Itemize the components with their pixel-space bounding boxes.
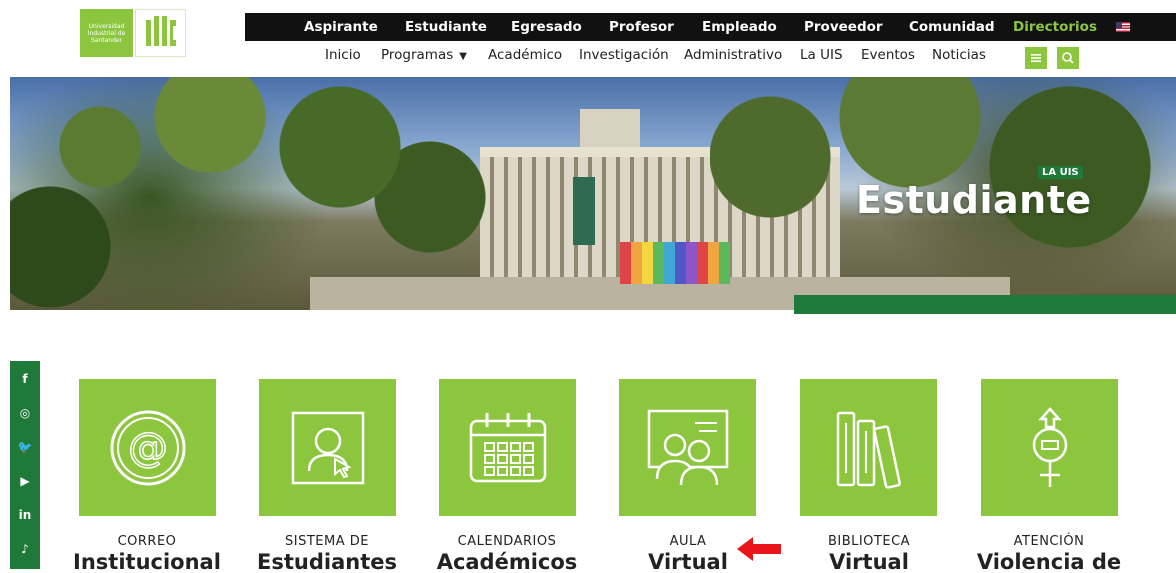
- virtual-classroom-icon: [647, 409, 728, 485]
- subnav-programas-label: Programas: [381, 47, 454, 63]
- youtube-icon[interactable]: ▶: [10, 466, 40, 496]
- subnav-la-uis[interactable]: La UIS: [800, 47, 843, 63]
- subnav-eventos[interactable]: Eventos: [861, 47, 915, 63]
- nav-proveedor[interactable]: Proveedor: [804, 13, 883, 41]
- calendar-icon: [469, 412, 546, 482]
- caption-sistema-estudiantes[interactable]: SISTEMA DE Estudiantes: [237, 534, 417, 573]
- linkedin-icon[interactable]: in: [10, 500, 40, 530]
- nav-empleado[interactable]: Empleado: [702, 13, 777, 41]
- nav-profesor[interactable]: Profesor: [609, 13, 674, 41]
- hamburger-icon: [1031, 54, 1041, 62]
- tile-calendarios[interactable]: [439, 379, 576, 516]
- facebook-icon[interactable]: f: [10, 364, 40, 394]
- hero-accent-stripe: [794, 295, 1176, 314]
- caption-big: Institucional: [73, 550, 221, 573]
- logo-line-2: Industrial de: [87, 29, 126, 37]
- tile-biblioteca[interactable]: [800, 379, 937, 516]
- social-sidebar: f ◎ 🐦 ▶ in ♪: [10, 361, 40, 569]
- caption-small: CALENDARIOS: [457, 534, 557, 549]
- gender-symbol-icon: [1032, 406, 1067, 487]
- hero-title: Estudiante: [856, 178, 1092, 222]
- main-nav: Inicio Programas ▼ Académico Investigació…: [0, 41, 1176, 71]
- instagram-icon[interactable]: ◎: [10, 398, 40, 428]
- building-banner: [573, 177, 595, 245]
- subnav-administrativo[interactable]: Administrativo: [684, 47, 782, 63]
- student-system-icon: [291, 411, 364, 484]
- at-sign-icon: @: [110, 410, 185, 485]
- caption-big: Académicos: [436, 550, 578, 573]
- caption-big: Estudiantes: [257, 550, 397, 573]
- caption-big: Violencia de: [976, 550, 1122, 573]
- caption-calendarios[interactable]: CALENDARIOS Académicos: [417, 534, 597, 573]
- nav-directorios[interactable]: Directorios: [1013, 13, 1097, 41]
- tile-aula-virtual[interactable]: [619, 379, 756, 516]
- caption-small: CORREO: [117, 534, 177, 549]
- twitter-icon[interactable]: 🐦: [10, 432, 40, 462]
- page: Universidad Industrial de Santander Aspi…: [0, 0, 1176, 573]
- caption-small: BIBLIOTECA: [827, 534, 911, 549]
- tiktok-icon[interactable]: ♪: [10, 534, 40, 564]
- audience-nav: Aspirante Estudiante Egresado Profesor E…: [245, 13, 1176, 41]
- nav-estudiante[interactable]: Estudiante: [405, 13, 487, 41]
- caption-atencion-violencia[interactable]: ATENCIÓN Violencia de: [959, 534, 1139, 573]
- nav-egresado[interactable]: Egresado: [511, 13, 582, 41]
- red-arrow-icon: [737, 537, 781, 561]
- tile-atencion-violencia[interactable]: [981, 379, 1118, 516]
- nav-comunidad[interactable]: Comunidad: [909, 13, 995, 41]
- subnav-inicio[interactable]: Inicio: [325, 47, 361, 63]
- chevron-down-icon: ▼: [459, 51, 467, 62]
- caption-biblioteca[interactable]: BIBLIOTECA Virtual: [779, 534, 959, 573]
- caption-small: SISTEMA DE: [285, 534, 369, 549]
- nav-aspirante[interactable]: Aspirante: [304, 13, 378, 41]
- caption-small: ATENCIÓN: [1013, 534, 1085, 549]
- menu-button[interactable]: [1025, 47, 1047, 69]
- subnav-academico[interactable]: Académico: [488, 47, 562, 63]
- tile-correo[interactable]: @: [79, 379, 216, 516]
- subnav-investigacion[interactable]: Investigación: [579, 47, 669, 63]
- search-button[interactable]: [1057, 47, 1079, 69]
- english-flag-icon[interactable]: [1116, 22, 1130, 32]
- logo-line-1: Universidad: [88, 22, 125, 30]
- library-books-icon: [836, 411, 901, 489]
- caption-big: Virtual: [829, 550, 909, 573]
- caption-correo[interactable]: CORREO Institucional: [57, 534, 237, 573]
- subnav-programas[interactable]: Programas ▼: [381, 47, 467, 63]
- subnav-noticias[interactable]: Noticias: [932, 47, 986, 63]
- svg-text:@: @: [128, 425, 168, 471]
- trees-left: [10, 77, 490, 310]
- search-icon: [1062, 52, 1074, 64]
- tile-sistema-estudiantes[interactable]: [259, 379, 396, 516]
